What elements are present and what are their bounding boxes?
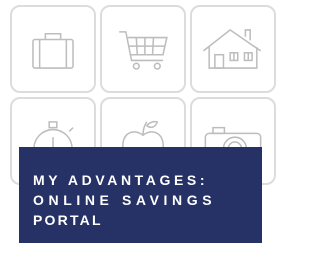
- house-icon: [202, 28, 262, 69]
- banner-title-line-2: ONLINE SAVINGS: [33, 192, 217, 208]
- tile-briefcase[interactable]: [10, 5, 96, 93]
- banner-title-line-3: PORTAL: [33, 212, 103, 228]
- tile-house[interactable]: [190, 5, 276, 93]
- shopping-cart-icon: [119, 31, 168, 70]
- my-advantages-banner[interactable]: MY ADVANTAGES: ONLINE SAVINGS PORTAL: [19, 147, 262, 243]
- banner-title-line-1: MY ADVANTAGES:: [33, 172, 209, 188]
- briefcase-icon: [32, 32, 74, 69]
- tile-shopping-cart[interactable]: [100, 5, 186, 93]
